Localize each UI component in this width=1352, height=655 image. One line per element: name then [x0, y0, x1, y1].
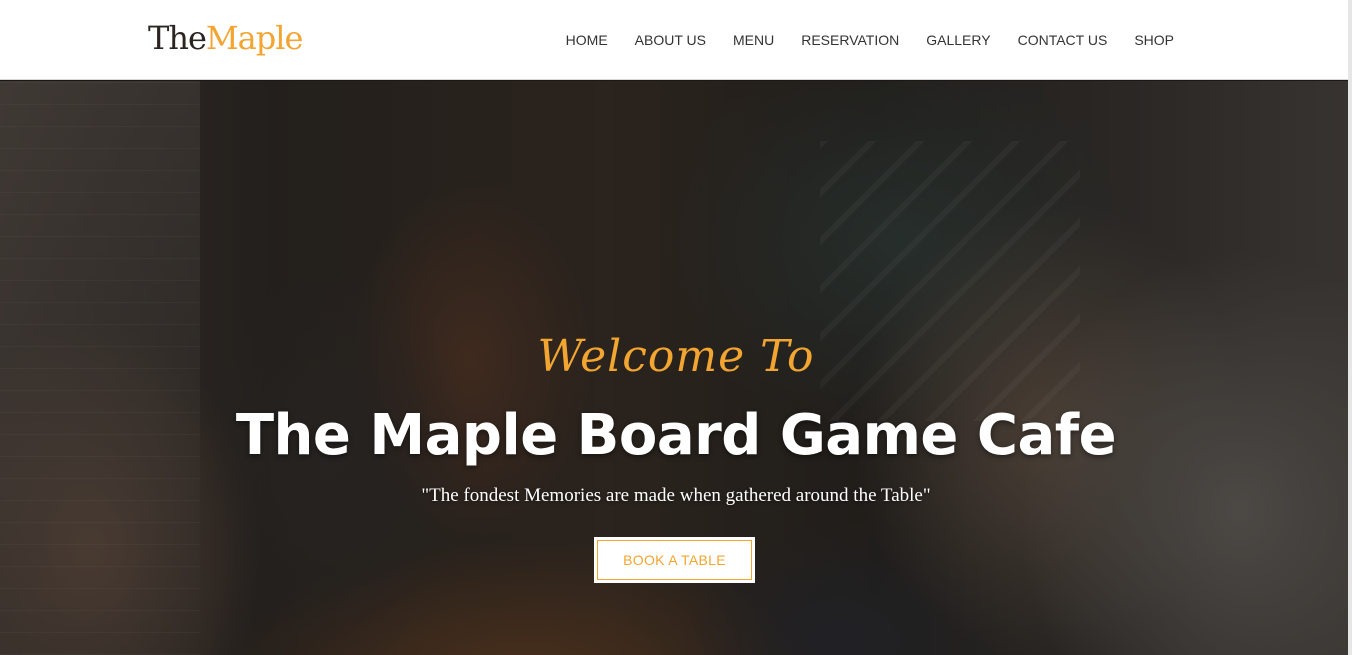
- logo-text-the: The: [148, 19, 207, 57]
- hero-welcome-script: Welcome To: [537, 331, 815, 382]
- site-logo[interactable]: TheMaple: [148, 16, 303, 60]
- nav-shop[interactable]: SHOP: [1134, 31, 1174, 49]
- hero-title: The Maple Board Game Cafe: [235, 403, 1117, 468]
- nav-home[interactable]: HOME: [566, 31, 608, 49]
- book-a-table-button[interactable]: BOOK A TABLE: [594, 537, 755, 583]
- nav-about-us[interactable]: ABOUT US: [635, 31, 706, 49]
- nav-reservation[interactable]: RESERVATION: [801, 31, 899, 49]
- hero-tagline: "The fondest Memories are made when gath…: [421, 485, 931, 506]
- hero-section: Welcome To The Maple Board Game Cafe "Th…: [0, 81, 1348, 655]
- nav-contact-us[interactable]: CONTACT US: [1018, 31, 1108, 49]
- nav-menu[interactable]: MENU: [733, 31, 774, 49]
- main-nav: HOME ABOUT US MENU RESERVATION GALLERY C…: [566, 31, 1174, 49]
- nav-gallery[interactable]: GALLERY: [926, 31, 990, 49]
- page-scrollbar[interactable]: [1348, 0, 1352, 655]
- book-a-table-label: BOOK A TABLE: [597, 540, 752, 580]
- site-header: TheMaple HOME ABOUT US MENU RESERVATION …: [0, 0, 1352, 80]
- logo-text-maple: Maple: [205, 19, 303, 57]
